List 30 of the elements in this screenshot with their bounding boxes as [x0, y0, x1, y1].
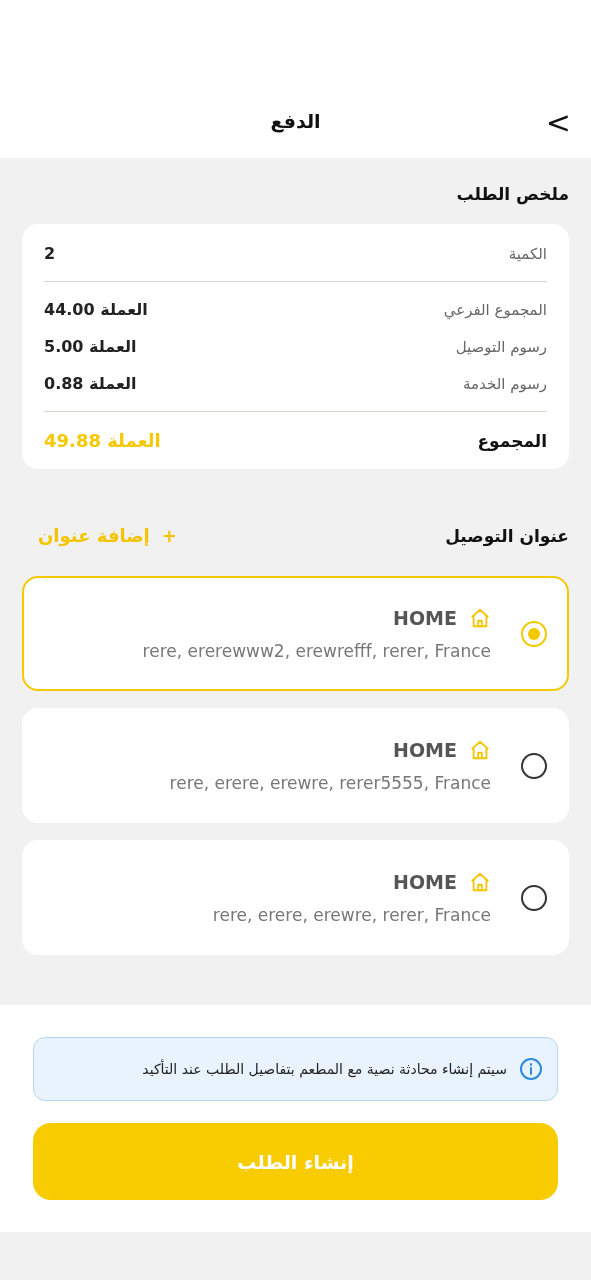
- address-line: rere, erere, erewre, rerer, France: [212, 904, 491, 925]
- back-button[interactable]: >: [545, 108, 571, 138]
- house-icon: [469, 606, 491, 629]
- address-card[interactable]: HOME rere, ererewww2, erewrefff, rerer, France: [22, 576, 569, 691]
- radio-button[interactable]: [521, 884, 547, 911]
- radio-button[interactable]: [521, 752, 547, 779]
- fee-label: رسوم التوصيل: [455, 337, 547, 356]
- quantity-value: 2: [44, 244, 56, 263]
- section-title: عنوان التوصيل: [445, 525, 569, 546]
- fee-amount: العملة 44.00: [44, 300, 148, 319]
- house-icon: [469, 738, 491, 761]
- fee-amount: العملة 0.88: [44, 374, 137, 393]
- fee-label: رسوم الخدمة: [463, 374, 547, 393]
- total-label: المجموع: [477, 430, 547, 451]
- quantity-label: الكمية: [508, 244, 547, 263]
- address-card[interactable]: HOME rere, erere, erewre, rerer5555, France: [22, 708, 569, 823]
- address-card[interactable]: HOME rere, erere, erewre, rerer, France: [22, 840, 569, 955]
- info-icon: [519, 1057, 543, 1081]
- address-name: HOME: [393, 606, 457, 629]
- address-line: rere, erere, erewre, rerer5555, France: [169, 772, 491, 793]
- total-amount: العملة 49.88: [44, 430, 161, 451]
- notice-text: سيتم إنشاء محادثة نصية مع المطعم بتفاصيل الطلب عند التأكيد: [142, 1061, 507, 1077]
- address-name: HOME: [393, 738, 457, 761]
- section-title: ملخص الطلب: [455, 184, 569, 204]
- address-line: rere, ererewww2, erewrefff, rerer, France: [142, 640, 491, 661]
- page-title: الدفع: [270, 110, 321, 132]
- address-name: HOME: [393, 870, 457, 893]
- fee-label: المجموع الفرعي: [443, 300, 547, 319]
- house-icon: [469, 870, 491, 893]
- fee-amount: العملة 5.00: [44, 337, 137, 356]
